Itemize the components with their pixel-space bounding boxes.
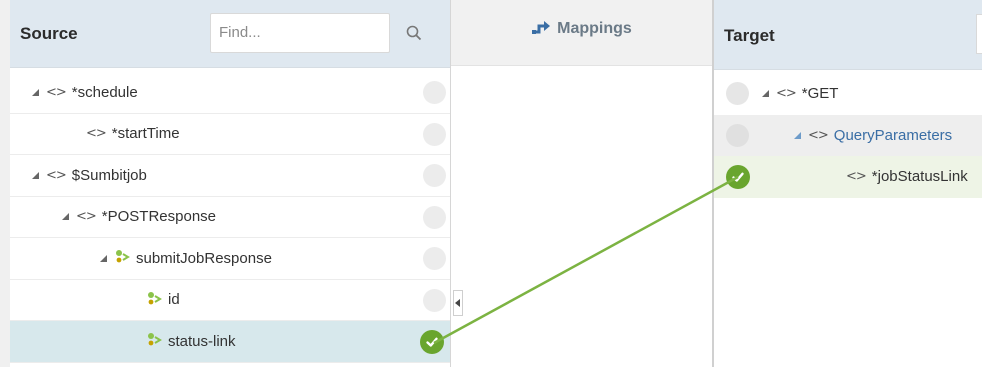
search-icon <box>406 25 422 41</box>
tag-icon: <> <box>46 167 67 183</box>
source-row-submitjobresponse[interactable]: submitJobResponse <box>10 238 450 280</box>
target-row-label: QueryParameters <box>833 126 953 144</box>
target-row-label: *GET <box>801 85 839 103</box>
source-row-label: id <box>168 291 180 309</box>
mappings-icon <box>532 21 551 34</box>
tag-icon: <> <box>46 84 67 100</box>
element-icon <box>114 248 130 268</box>
mapping-status-circle[interactable] <box>726 123 749 147</box>
expanded-caret-icon[interactable] <box>30 87 40 97</box>
target-panel: Target <> *GET <> QueryParameters <> *jo… <box>712 0 982 367</box>
element-icon <box>146 331 162 351</box>
source-search-button[interactable] <box>390 13 438 53</box>
source-row-id[interactable]: id <box>10 280 450 321</box>
mapped-check-icon[interactable] <box>420 330 444 354</box>
mapping-status-circle[interactable] <box>423 122 446 146</box>
tag-icon: <> <box>846 169 867 185</box>
collapse-source-handle[interactable] <box>453 290 463 316</box>
mapping-status-circle[interactable] <box>423 288 446 312</box>
tag-icon: <> <box>776 86 797 102</box>
tag-icon: <> <box>86 126 107 142</box>
source-row-starttime[interactable]: <> *startTime <box>10 114 450 155</box>
mappings-title: Mappings <box>557 20 632 37</box>
mappings-panel: Mappings <box>450 0 712 367</box>
mappings-header: Mappings <box>451 0 712 66</box>
source-row-label: *POSTResponse <box>101 208 217 226</box>
target-header: Target <box>714 0 982 70</box>
source-find-input[interactable]: Find... <box>210 13 390 53</box>
source-row-sumbitjob[interactable]: <> $Sumbitjob <box>10 155 450 197</box>
mapping-status-circle[interactable] <box>423 247 446 270</box>
expanded-caret-icon[interactable] <box>30 170 40 180</box>
source-row-label: $Sumbitjob <box>71 166 147 184</box>
source-row-schedule[interactable]: <> *schedule <box>10 72 450 114</box>
target-tree: <> *GET <> QueryParameters <> *jobStatus… <box>714 73 982 198</box>
source-row-postresponse[interactable]: <> *POSTResponse <box>10 197 450 238</box>
source-header: Source Find... <box>10 0 450 68</box>
target-row-label: *jobStatusLink <box>871 168 968 186</box>
source-row-status-link[interactable]: status-link <box>10 321 450 363</box>
source-row-label: *schedule <box>71 83 138 101</box>
target-find-input[interactable] <box>976 14 982 54</box>
expanded-caret-icon[interactable] <box>60 212 70 222</box>
source-title: Source <box>20 24 78 43</box>
target-title: Target <box>724 26 775 45</box>
mapping-status-circle[interactable] <box>726 82 749 105</box>
tag-icon: <> <box>76 209 97 225</box>
tag-icon: <> <box>808 127 829 143</box>
mapping-status-circle[interactable] <box>423 205 446 229</box>
source-row-label: *startTime <box>111 125 180 143</box>
chevron-left-icon <box>455 299 460 307</box>
target-row-queryparameters[interactable]: <> QueryParameters <box>714 114 982 156</box>
source-tree: <> *schedule <> *startTime <> $Sumbitjob <box>10 72 450 363</box>
expanded-caret-icon[interactable] <box>98 253 108 263</box>
element-icon <box>146 290 162 310</box>
target-row-jobstatuslink[interactable]: <> *jobStatusLink <box>714 156 982 198</box>
target-row-get[interactable]: <> *GET <box>714 73 982 115</box>
source-row-label: status-link <box>168 332 236 350</box>
source-panel: Source Find... <> *schedule <> *startTim… <box>0 0 450 367</box>
mapping-status-circle[interactable] <box>423 81 446 104</box>
source-row-label: submitJobResponse <box>136 249 272 267</box>
mapped-check-icon[interactable] <box>726 165 750 189</box>
mapping-status-circle[interactable] <box>423 164 446 187</box>
expanded-caret-icon[interactable] <box>760 89 770 99</box>
expanded-caret-icon[interactable] <box>792 130 802 140</box>
